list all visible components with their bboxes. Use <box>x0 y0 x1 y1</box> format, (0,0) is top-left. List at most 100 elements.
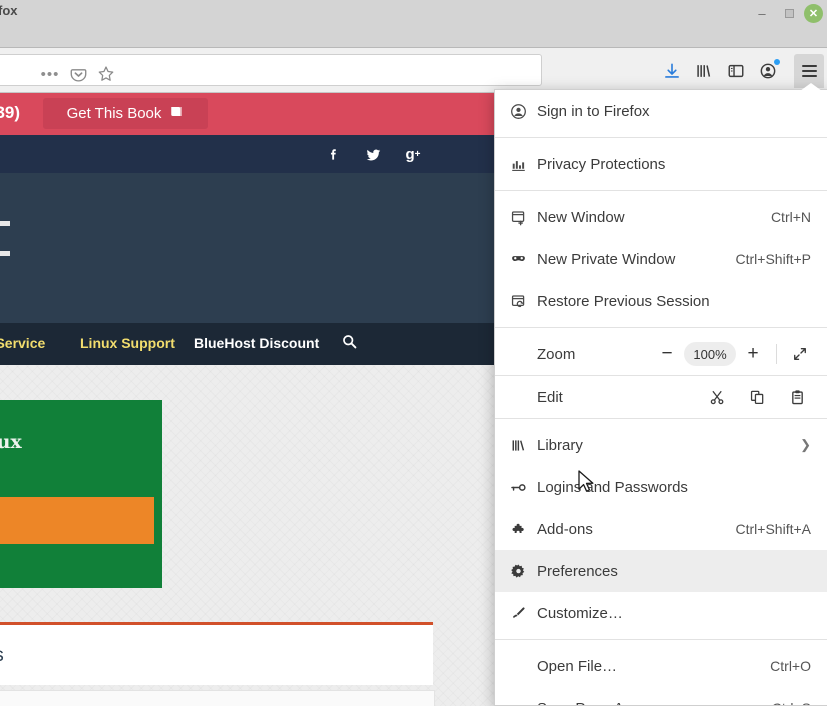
menu-label: Save Page As… <box>531 700 772 706</box>
browser-toolbar: ••• <box>0 48 827 93</box>
chevron-right-icon: ❯ <box>800 437 811 452</box>
menu-separator <box>495 327 827 328</box>
chart-bars-icon <box>505 156 531 173</box>
menu-label: Restore Previous Session <box>537 292 710 310</box>
zoom-in-button[interactable]: + <box>736 339 770 369</box>
menu-item-add-ons[interactable]: Add-ons Ctrl+Shift+A <box>495 508 827 550</box>
pocket-icon[interactable] <box>66 62 90 86</box>
hero-text-placeholder <box>0 221 10 281</box>
menu-pointer-arrow <box>800 83 822 91</box>
account-icon <box>760 63 776 79</box>
account-circle-icon <box>505 103 531 120</box>
content-card-secondary <box>0 690 435 706</box>
window-close-button[interactable]: ✕ <box>804 4 823 23</box>
zoom-label: Zoom <box>537 345 576 363</box>
library-icon <box>505 437 531 454</box>
gear-icon <box>505 563 531 580</box>
zoom-level-display[interactable]: 100% <box>684 342 736 366</box>
menu-item-customize[interactable]: Customize… <box>495 592 827 634</box>
paste-button[interactable] <box>777 382 817 412</box>
menu-item-logins-and-passwords[interactable]: Logins and Passwords <box>495 466 827 508</box>
content-card: ls <box>0 622 433 685</box>
copy-button[interactable] <box>737 382 777 412</box>
paste-icon <box>791 389 803 404</box>
get-this-book-label: Get This Book <box>66 105 162 122</box>
edit-controls <box>697 382 817 412</box>
menu-label: Library <box>537 436 583 454</box>
book-icon <box>169 104 184 123</box>
menu-label: Customize… <box>537 604 623 622</box>
sidebar-ad-banner[interactable]: eer With Linux ertification fied System … <box>0 400 162 588</box>
window-minimize-button[interactable]: – <box>751 2 773 24</box>
account-notification-dot <box>774 59 780 65</box>
fullscreen-icon <box>794 348 806 360</box>
library-button[interactable] <box>690 57 718 85</box>
menu-separator <box>495 190 827 191</box>
nav-link-linux-support[interactable]: Linux Support <box>80 335 175 351</box>
sidebar-button[interactable] <box>722 57 750 85</box>
menu-label: Sign in to Firefox <box>537 102 650 120</box>
ad-highlight-box: fied System or <box>0 497 154 544</box>
card-title: ls <box>0 645 4 667</box>
pocket-glyph <box>70 68 86 82</box>
edit-label: Edit <box>537 388 563 406</box>
get-this-book-button[interactable]: Get This Book <box>43 98 208 129</box>
cut-button[interactable] <box>697 382 737 412</box>
maximize-icon <box>784 8 794 18</box>
copy-icon <box>750 390 763 404</box>
ad-subline: fied System or <box>0 503 152 549</box>
menu-shortcut: Ctrl+N <box>770 209 811 225</box>
menu-item-library[interactable]: Library ❯ <box>495 424 827 466</box>
divider <box>776 344 777 364</box>
menu-label: Add-ons <box>537 520 593 538</box>
downloads-button[interactable] <box>658 57 686 85</box>
bookmark-star-icon[interactable] <box>94 62 118 86</box>
menu-label: Preferences <box>537 562 618 580</box>
menu-item-sign-in-to-firefox[interactable]: Sign in to Firefox <box>495 90 827 132</box>
hamburger-icon <box>801 62 817 80</box>
menu-label: Privacy Protections <box>537 155 666 173</box>
page-actions-icon[interactable]: ••• <box>38 62 62 86</box>
facebook-icon[interactable] <box>324 144 344 164</box>
zoom-out-button[interactable]: − <box>650 339 684 369</box>
nav-link-service[interactable]: o Service <box>0 335 45 351</box>
menu-label: New Window <box>537 208 625 226</box>
google-plus-icon[interactable]: g + <box>403 144 423 164</box>
zoom-controls: − 100% + <box>650 339 817 369</box>
menu-separator <box>495 639 827 640</box>
menu-item-open-file[interactable]: Open File… Ctrl+O <box>495 645 827 687</box>
menu-item-new-window[interactable]: New Window Ctrl+N <box>495 196 827 238</box>
social-bar: g + <box>0 135 495 173</box>
account-button[interactable] <box>754 57 782 85</box>
window-titlebar: fox – ✕ <box>0 0 827 48</box>
nav-link-bluehost-discount[interactable]: BlueHost Discount <box>194 335 319 351</box>
menu-shortcut: Ctrl+O <box>770 658 811 674</box>
menu-item-save-page-as[interactable]: Save Page As… Ctrl+S <box>495 687 827 706</box>
menu-item-preferences[interactable]: Preferences <box>495 550 827 592</box>
download-arrow-icon <box>665 63 679 78</box>
app-menu-panel: Sign in to Firefox Privacy Protections N… <box>494 89 827 706</box>
brush-icon <box>505 605 531 622</box>
menu-label: Logins and Passwords <box>537 478 688 496</box>
menu-item-restore-previous-session[interactable]: Restore Previous Session <box>495 280 827 322</box>
sidebar-icon <box>728 64 744 78</box>
ad-headline: eer With Linux ertification <box>0 431 22 453</box>
window-maximize-button[interactable] <box>778 2 800 24</box>
promo-price-text: $39) <box>0 103 21 122</box>
menu-shortcut: Ctrl+Shift+P <box>735 251 811 267</box>
menu-row-zoom: Zoom − 100% + <box>495 333 827 375</box>
fullscreen-button[interactable] <box>783 339 817 369</box>
puzzle-icon <box>505 521 531 538</box>
address-bar[interactable]: ••• <box>0 54 542 86</box>
menu-item-privacy-protections[interactable]: Privacy Protections <box>495 143 827 185</box>
menu-separator <box>495 137 827 138</box>
twitter-icon[interactable] <box>363 144 383 164</box>
mask-icon <box>505 251 531 268</box>
menu-shortcut: Ctrl+S <box>772 700 811 705</box>
site-search-icon[interactable] <box>341 333 358 355</box>
menu-shortcut: Ctrl+Shift+A <box>735 521 811 537</box>
window-title: fox <box>0 3 18 18</box>
menu-label: Open File… <box>537 657 618 675</box>
menu-item-new-private-window[interactable]: New Private Window Ctrl+Shift+P <box>495 238 827 280</box>
menu-label: New Private Window <box>537 250 676 268</box>
